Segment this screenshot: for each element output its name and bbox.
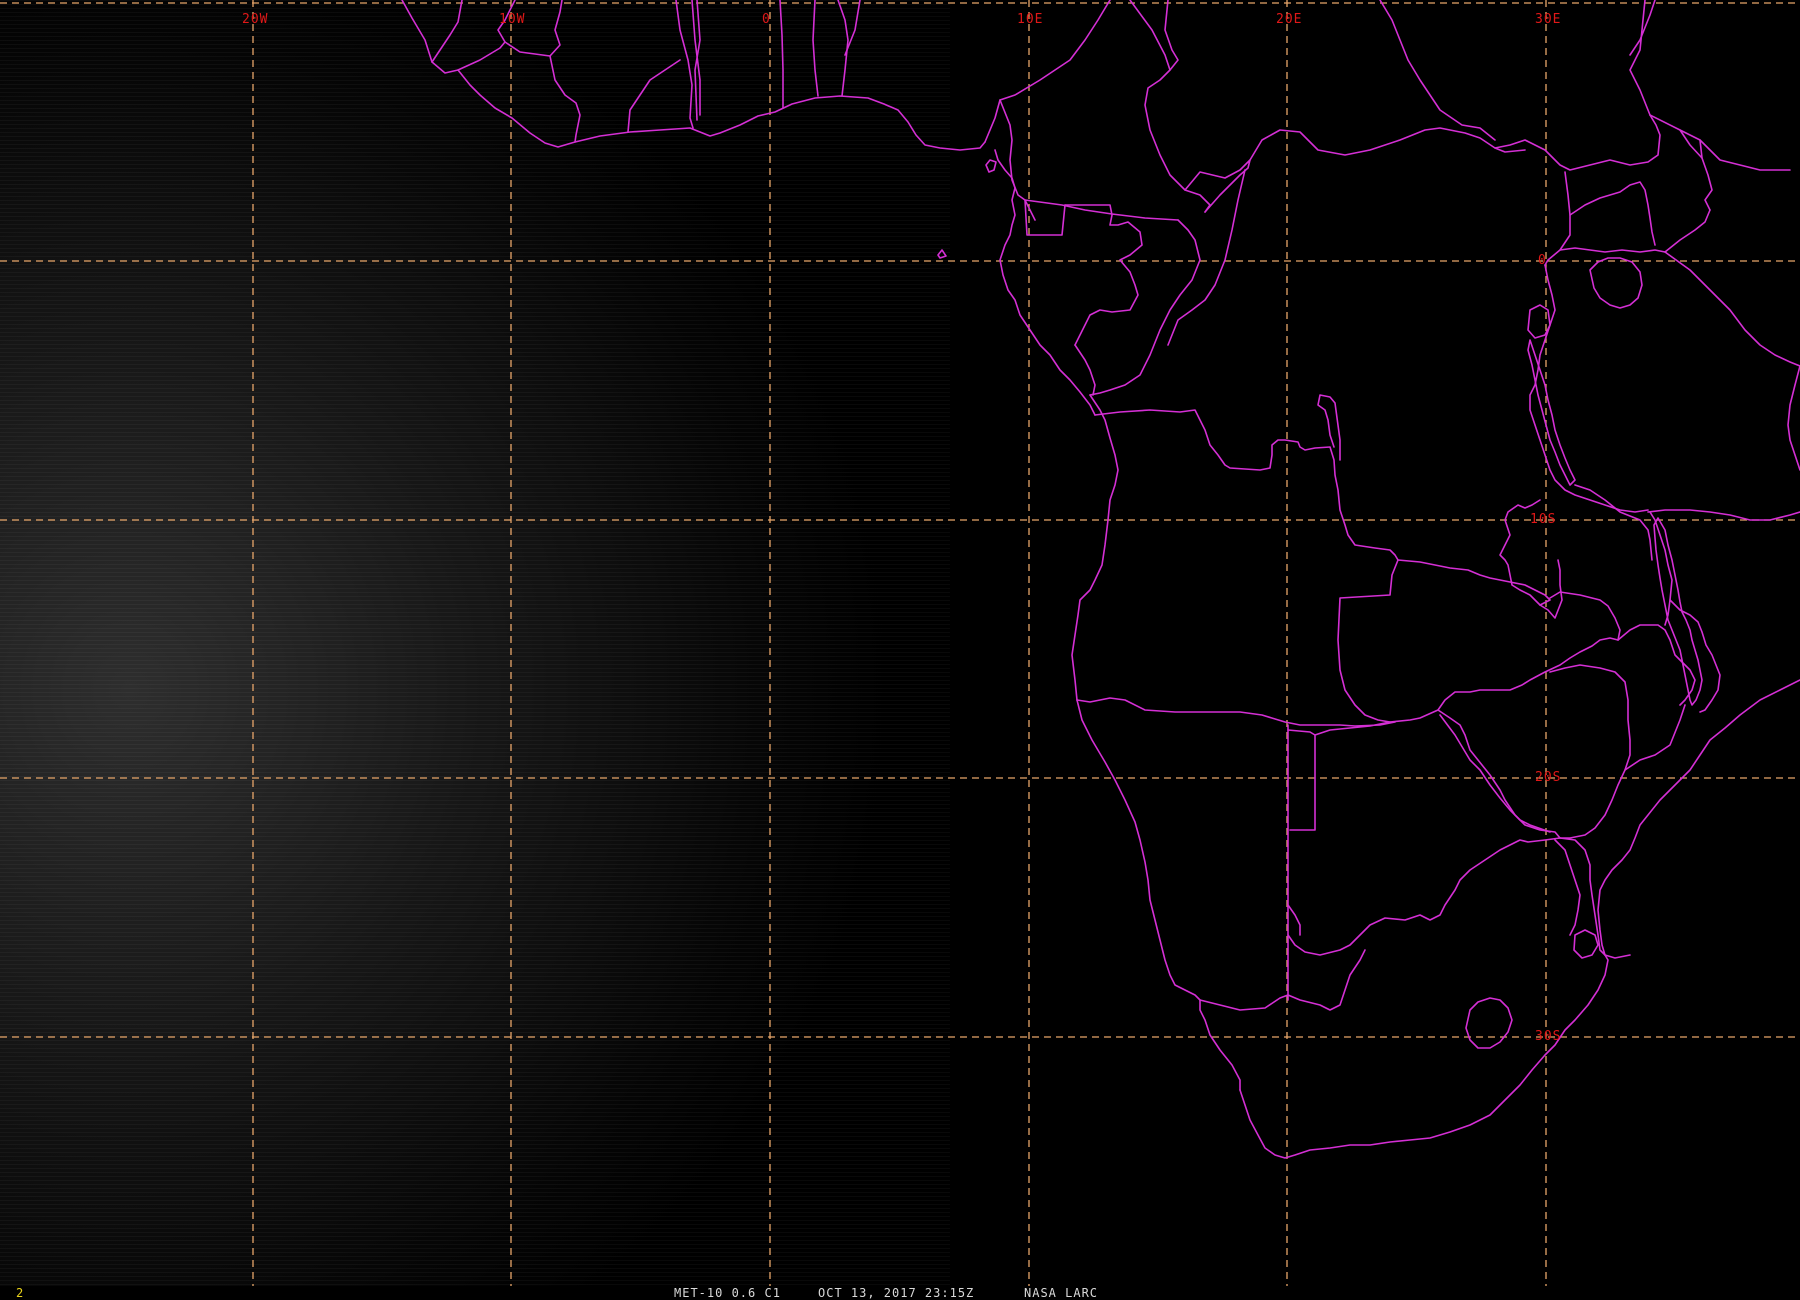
latitude-label-20s: 20S: [1535, 770, 1561, 785]
latitude-label-30s: 30S: [1535, 1029, 1561, 1044]
longitude-label-0: 0: [762, 12, 771, 27]
agency-caption: NASA LARC: [1024, 1286, 1099, 1300]
latitude-label-10s: 10S: [1530, 512, 1556, 527]
datetime-caption: OCT 13, 2017 23:15Z: [818, 1286, 975, 1300]
latitude-label-0: 0: [1538, 253, 1547, 268]
longitude-label-20w: 20W: [242, 12, 268, 27]
satellite-map: 20W 10W 0 10E 20E 30E 0 10S 20S 30S: [0, 0, 1800, 1286]
scan-line-texture: [0, 0, 950, 1286]
longitude-label-10e: 10E: [1017, 12, 1043, 27]
longitude-label-10w: 10W: [499, 12, 525, 27]
satellite-caption: MET-10 0.6 C1: [674, 1286, 781, 1300]
frame-number: 2: [16, 1286, 25, 1300]
longitude-label-20e: 20E: [1276, 12, 1302, 27]
longitude-label-30e: 30E: [1535, 12, 1561, 27]
